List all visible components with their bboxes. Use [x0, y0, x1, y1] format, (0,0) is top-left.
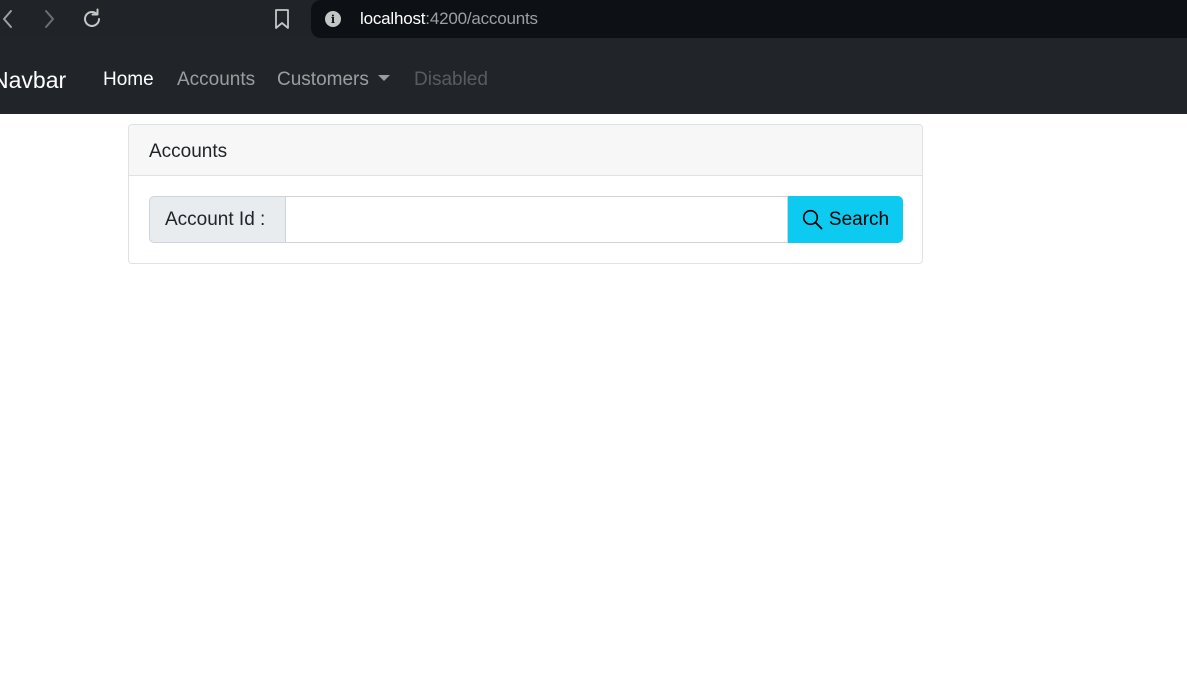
url-text[interactable]: localhost:4200/accounts	[360, 9, 538, 29]
nav-link-accounts[interactable]: Accounts	[177, 69, 255, 91]
accounts-card: Accounts Account Id : Search	[128, 124, 923, 264]
navbar-brand[interactable]: Navbar	[0, 67, 66, 93]
bookmark-icon	[275, 9, 289, 29]
address-bar[interactable]: i localhost:4200/accounts	[311, 0, 1187, 38]
account-search-form: Account Id : Search	[149, 196, 903, 243]
info-icon[interactable]: i	[325, 11, 341, 27]
search-icon	[802, 209, 823, 230]
url-path: :4200/accounts	[425, 9, 538, 28]
search-button-label: Search	[828, 208, 890, 230]
reload-icon	[84, 8, 100, 27]
reload-button[interactable]	[80, 7, 104, 31]
card-body: Account Id : Search	[129, 176, 922, 263]
browser-toolbar: i localhost:4200/accounts	[0, 0, 1187, 38]
navbar: Navbar Home Accounts Customers Disabled	[0, 38, 1187, 114]
caret-down-icon	[377, 75, 390, 81]
nav-link-disabled: Disabled	[414, 69, 488, 90]
nav-link-home[interactable]: Home	[103, 69, 154, 91]
back-button[interactable]	[0, 7, 20, 31]
account-id-label: Account Id :	[149, 196, 286, 243]
forward-button[interactable]	[37, 7, 61, 31]
url-host: localhost	[360, 9, 426, 28]
nav-dropdown-customers-label: Customers	[277, 69, 369, 90]
search-button[interactable]: Search	[788, 196, 903, 243]
chevron-right-icon	[45, 10, 54, 28]
card-header: Accounts	[129, 125, 922, 176]
nav-dropdown-customers[interactable]: Customers	[277, 69, 390, 91]
account-id-input[interactable]	[286, 196, 788, 243]
chevron-left-icon	[3, 10, 12, 28]
bookmark-button[interactable]	[270, 7, 294, 31]
